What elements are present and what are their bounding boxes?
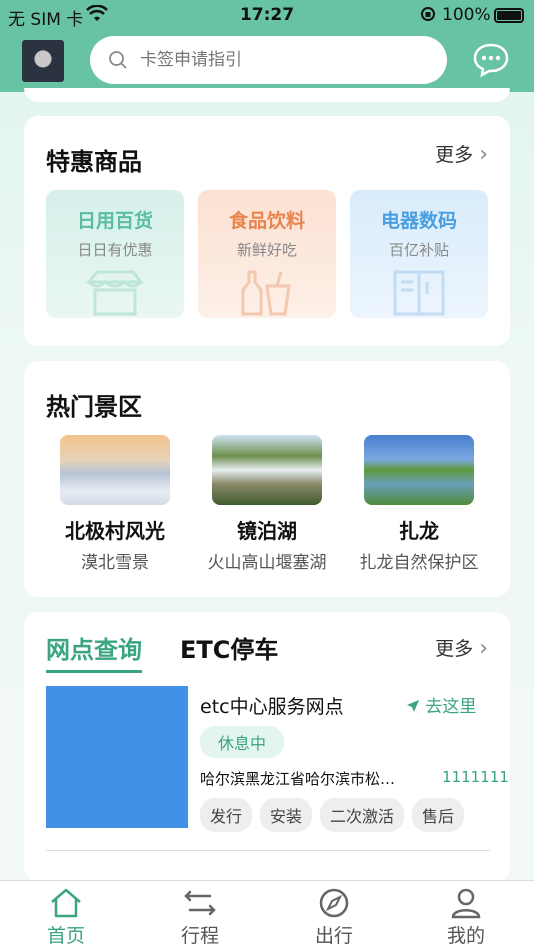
scenic-desc: 扎龙自然保护区 [359, 553, 479, 573]
service-tag: 二次激活 [320, 798, 405, 832]
status-badge: 休息中 [200, 726, 285, 758]
tab-label: 我的 [446, 925, 485, 947]
outlets-card: 网点查询 ETC停车 更多 etc中心服务网点 去这里 休息中 哈尔滨黑龙江省哈… [24, 612, 510, 882]
promo-title: 日用百货 [76, 210, 153, 232]
header-bar: 无 SIM 卡 17:27 100% [0, 0, 534, 92]
avatar[interactable] [22, 40, 64, 82]
tab-outlet-query[interactable]: 网点查询 [46, 630, 142, 673]
tab-etc-parking[interactable]: ETC停车 [180, 630, 278, 665]
tab-label: 首页 [46, 925, 85, 947]
deals-more-link[interactable]: 更多 [435, 140, 488, 167]
tab-label: 行程 [180, 925, 219, 947]
navigate-label: 去这里 [425, 697, 477, 717]
service-tags: 发行 安装 二次激活 售后 [200, 798, 472, 832]
fridge-icon [393, 270, 445, 316]
scenic-title: 热门景区 [46, 393, 142, 421]
scenic-name: 镜泊湖 [237, 519, 297, 543]
deals-title: 特惠商品 [46, 148, 142, 176]
promo-electronics[interactable]: 电器数码 百亿补贴 [350, 190, 488, 318]
promo-subtitle: 百亿补贴 [388, 241, 449, 259]
promo-title: 食品饮料 [228, 210, 305, 232]
search-input[interactable] [140, 50, 420, 70]
tab-travel[interactable]: 出行 [294, 887, 374, 948]
outlet-image [46, 686, 188, 828]
scenic-photo [60, 435, 170, 505]
navigate-link[interactable]: 去这里 [406, 692, 476, 717]
promo-title: 电器数码 [380, 210, 457, 232]
outlet-phone[interactable]: 1111111 [442, 768, 509, 786]
scenic-item[interactable]: 镜泊湖 火山高山堰塞湖 [192, 435, 342, 573]
scenic-item[interactable]: 北极村风光 漠北雪景 [40, 435, 190, 573]
tab-profile[interactable]: 我的 [426, 887, 506, 948]
scenic-photo [212, 435, 322, 505]
scenic-item[interactable]: 扎龙 扎龙自然保护区 [344, 435, 494, 573]
service-tag: 安装 [260, 798, 313, 832]
scenic-desc: 火山高山堰塞湖 [207, 553, 327, 573]
orientation-lock-icon [420, 6, 436, 27]
bottle-icon [241, 270, 291, 316]
battery-icon [494, 8, 524, 23]
store-icon [85, 270, 145, 316]
outlets-more-link[interactable]: 更多 [435, 634, 488, 661]
navigation-arrow-icon [407, 700, 419, 712]
scenic-name: 扎龙 [399, 519, 439, 543]
bottom-tab-bar: 首页 行程 出行 我的 [0, 880, 534, 950]
outlet-address: 哈尔滨黑龙江省哈尔滨市松… [200, 770, 396, 788]
promo-food-drinks[interactable]: 食品饮料 新鲜好吃 [198, 190, 336, 318]
promo-subtitle: 新鲜好吃 [236, 241, 297, 259]
search-bar[interactable] [90, 36, 447, 84]
scenic-card: 热门景区 北极村风光 漠北雪景 镜泊湖 火山高山堰塞湖 扎龙 扎龙自然保护区 [24, 361, 510, 597]
tab-label: 出行 [314, 925, 353, 947]
search-icon [109, 51, 127, 69]
message-icon[interactable] [472, 42, 510, 78]
tab-home[interactable]: 首页 [26, 887, 106, 948]
scenic-name: 北极村风光 [65, 519, 165, 543]
service-tag: 发行 [200, 798, 253, 832]
status-bar: 无 SIM 卡 17:27 100% [0, 0, 534, 30]
promo-subtitle: 日日有优惠 [77, 241, 153, 259]
user-icon [451, 888, 481, 919]
previous-card-edge [24, 88, 510, 102]
promo-daily-goods[interactable]: 日用百货 日日有优惠 [46, 190, 184, 318]
scenic-desc: 漠北雪景 [81, 553, 149, 573]
battery-percent: 100% [442, 5, 491, 25]
scenic-photo [364, 435, 474, 505]
compass-icon [319, 888, 349, 918]
tab-itinerary[interactable]: 行程 [160, 887, 240, 948]
service-tag: 售后 [412, 798, 465, 832]
divider [46, 850, 490, 851]
deals-card: 特惠商品 更多 日用百货 日日有优惠 食品饮料 新鲜好吃 电器数码 百亿补贴 [24, 116, 510, 346]
home-icon [51, 888, 81, 918]
route-icon [184, 890, 216, 916]
outlet-name[interactable]: etc中心服务网点 [200, 692, 344, 719]
